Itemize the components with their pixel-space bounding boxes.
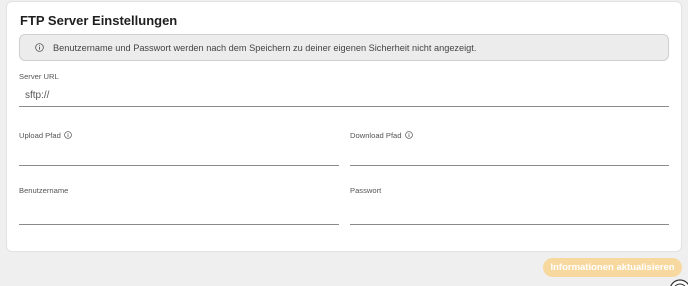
download-path-label-row: Download Pfad	[350, 130, 669, 140]
security-notice-text: Benutzername und Passwort werden nach de…	[53, 42, 477, 53]
ftp-settings-card: FTP Server Einstellungen Benutzername un…	[6, 1, 682, 252]
info-circle-icon	[35, 43, 44, 52]
upload-path-input[interactable]	[19, 148, 339, 166]
password-field: Passwort	[350, 185, 669, 225]
security-notice: Benutzername und Passwort werden nach de…	[19, 34, 669, 61]
username-label: Benutzername	[19, 185, 69, 195]
download-path-label: Download Pfad	[350, 130, 402, 140]
password-input[interactable]	[350, 207, 669, 225]
download-path-field: Download Pfad	[350, 130, 669, 166]
username-field: Benutzername	[19, 185, 339, 225]
upload-path-label: Upload Pfad	[19, 130, 61, 140]
info-circle-icon[interactable]	[63, 131, 72, 139]
card-title: FTP Server Einstellungen	[20, 13, 178, 28]
username-input[interactable]	[19, 207, 339, 225]
password-label: Passwort	[350, 185, 382, 195]
upload-path-field: Upload Pfad	[19, 130, 339, 166]
corner-widget-icon[interactable]	[664, 276, 688, 286]
info-circle-icon[interactable]	[404, 131, 413, 139]
server-url-field: Server URL sftp://	[19, 71, 669, 107]
server-url-input[interactable]: sftp://	[19, 85, 669, 107]
download-path-input[interactable]	[350, 148, 669, 166]
upload-path-label-row: Upload Pfad	[19, 130, 339, 140]
server-url-label: Server URL	[19, 71, 59, 81]
update-info-button[interactable]: Informationen aktualisieren	[543, 258, 682, 277]
